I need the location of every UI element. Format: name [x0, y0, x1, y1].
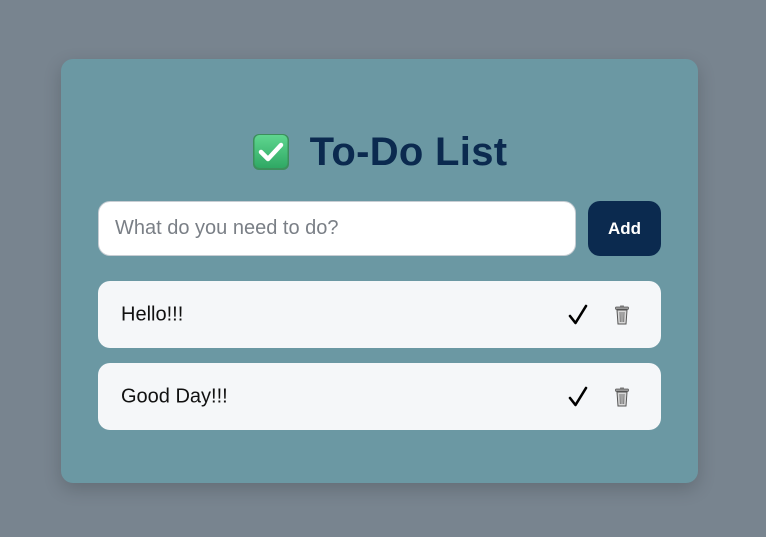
check-box-icon — [252, 133, 290, 171]
checkmark-icon — [568, 304, 588, 324]
todo-list: Hello!!! Good Day!!! — [98, 281, 661, 445]
todo-input[interactable] — [98, 201, 576, 256]
item-text: Good Day!!! — [121, 385, 228, 407]
delete-button[interactable] — [610, 301, 634, 329]
list-item: Good Day!!! — [98, 363, 661, 430]
todo-card: To-Do List Add Hello!!! — [61, 59, 698, 483]
delete-button[interactable] — [610, 383, 634, 411]
complete-button[interactable] — [564, 383, 592, 411]
add-button[interactable]: Add — [588, 201, 661, 256]
trash-icon — [615, 387, 629, 406]
input-row: Add — [98, 201, 661, 256]
complete-button[interactable] — [564, 301, 592, 329]
page-title: To-Do List — [309, 129, 508, 174]
trash-icon — [615, 305, 629, 324]
item-text: Hello!!! — [121, 303, 184, 325]
checkmark-icon — [568, 386, 588, 406]
header: To-Do List — [61, 129, 698, 175]
list-item: Hello!!! — [98, 281, 661, 348]
